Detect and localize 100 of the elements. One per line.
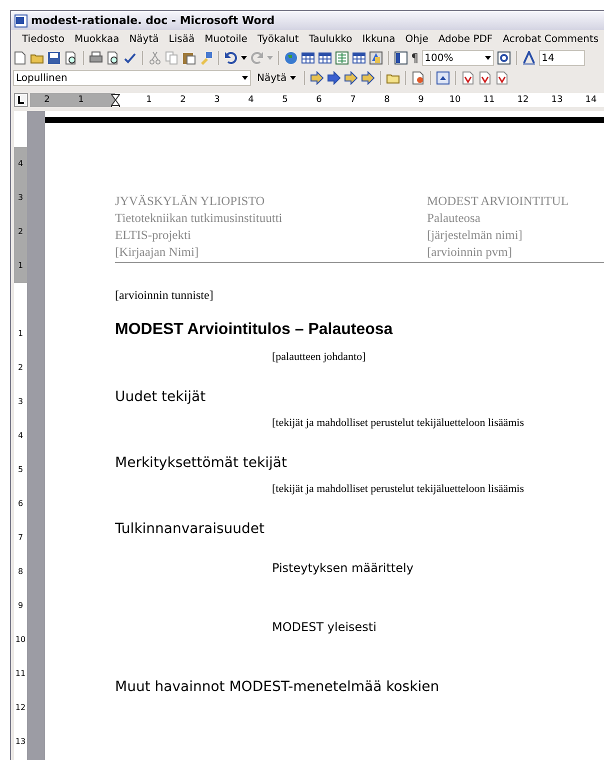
placeholder-text: [tekijät ja mahdolliset perustelut tekijäluetteloon lisäämis <box>272 417 524 429</box>
ruler-number: 1 <box>18 328 24 340</box>
arrow-icon[interactable] <box>310 71 324 85</box>
brush-icon[interactable] <box>199 51 213 65</box>
ruler-number: 12 <box>516 94 530 107</box>
menu-item[interactable]: Muokkaa <box>69 34 124 45</box>
document-title: MODEST Arviointitulos – Palauteosa <box>115 321 393 339</box>
body-text: [arvioinnin tunniste] <box>115 288 214 303</box>
header-text: MODEST ARVIOINTITUL <box>427 193 570 210</box>
ruler-number: 3 <box>14 181 27 215</box>
menu-item[interactable]: Näytä <box>124 34 164 45</box>
subsection-heading: MODEST yleisesti <box>272 620 376 634</box>
document-icon[interactable] <box>494 71 509 85</box>
ruler-number: 9 <box>417 94 425 107</box>
monitor-icon[interactable] <box>436 71 450 85</box>
placeholder-text: [palautteen johdanto] <box>272 351 366 363</box>
indent-marker-icon[interactable] <box>110 94 120 107</box>
caret-icon <box>242 76 248 80</box>
ruler-number: 4 <box>18 430 24 442</box>
menu-item[interactable]: Lisää <box>164 34 200 45</box>
ruler-number: 3 <box>213 94 221 107</box>
ruler-number: 5 <box>18 464 24 476</box>
section-heading: Tulkinnanvaraisuudet <box>115 521 265 537</box>
arrow-icon[interactable] <box>360 71 375 85</box>
tab-selector-icon[interactable] <box>14 93 28 107</box>
header-text: Tietotekniikan tutkimusinstituutti <box>115 210 284 227</box>
ruler-number: 8 <box>18 566 24 578</box>
subsection-heading: Pisteytyksen määrittely <box>272 561 414 575</box>
caret-icon <box>484 56 491 60</box>
placeholder-text: [tekijät ja mahdolliset perustelut tekijäluetteloon lisäämis <box>272 483 524 495</box>
menu-item[interactable]: Ikkuna <box>357 34 400 45</box>
printer-icon[interactable] <box>89 51 103 65</box>
document-map-icon[interactable] <box>394 51 408 65</box>
ruler-number: 10 <box>448 94 462 107</box>
ruler-number: 13 <box>550 94 564 107</box>
menu-item[interactable]: Adobe PDF <box>433 34 498 45</box>
zoom-dropdown[interactable]: 100% <box>422 50 494 66</box>
ruler-number: 6 <box>18 498 24 510</box>
ruler-number: 2 <box>179 94 187 107</box>
ruler-number: 2 <box>43 94 51 107</box>
show-menu-button[interactable]: Näytä <box>254 72 299 84</box>
section-heading: Merkityksettömät tekijät <box>115 455 287 471</box>
document-icon <box>14 14 28 28</box>
ruler-number: 2 <box>18 362 24 374</box>
document-icon[interactable] <box>13 51 27 65</box>
caret-icon[interactable] <box>241 56 247 60</box>
document-icon[interactable] <box>410 71 425 85</box>
ruler-number: 11 <box>15 668 26 680</box>
document-icon[interactable] <box>460 71 475 85</box>
arrow-icon[interactable] <box>344 71 358 85</box>
header-text: Palauteosa <box>427 210 482 227</box>
globe-icon[interactable] <box>284 51 298 65</box>
header-text: [järjestelmän nimi] <box>427 227 524 244</box>
menu-item[interactable]: Työkalut <box>252 34 304 45</box>
header-text: [Kirjaajan Nimi] <box>115 244 200 261</box>
ruler-number: 12 <box>15 702 26 714</box>
ruler-number: 9 <box>18 600 24 612</box>
ruler-number: 3 <box>18 396 24 408</box>
ruler-number: 8 <box>383 94 391 107</box>
font-size-field[interactable]: 14 <box>538 50 585 66</box>
ruler-number: 10 <box>15 634 26 646</box>
spreadsheet-icon[interactable] <box>335 51 349 65</box>
header-text: ELTIS-projekti <box>115 227 192 244</box>
ruler-number: 7 <box>349 94 357 107</box>
ruler-number: 7 <box>18 532 24 544</box>
document-icon[interactable] <box>478 71 492 85</box>
print-preview-icon[interactable] <box>64 51 78 65</box>
ruler-number: 13 <box>15 736 26 748</box>
ruler-number: 4 <box>14 147 27 181</box>
table-icon[interactable] <box>352 51 366 65</box>
ruler-number: 1 <box>14 249 27 283</box>
ruler-number: 14 <box>584 94 598 107</box>
undo-icon[interactable] <box>224 51 238 65</box>
menu-item[interactable]: Muotoile <box>200 34 252 45</box>
table-icon[interactable] <box>318 51 332 65</box>
section-heading: Muut havainnot MODEST-menetelmää koskien <box>115 679 440 695</box>
clipboard-icon[interactable] <box>182 51 196 65</box>
display-dropdown[interactable]: Lopullinen <box>13 70 251 86</box>
menu-item[interactable]: Acrobat Comments <box>498 34 604 45</box>
ruler-number: 2 <box>14 215 27 249</box>
section-heading: Uudet tekijät <box>115 389 206 405</box>
ruler-number: 6 <box>315 94 323 107</box>
ruler-number: 1 <box>145 94 153 107</box>
pilcrow-icon[interactable]: ¶ <box>411 51 419 65</box>
ruler-number: 4 <box>247 94 255 107</box>
caret-icon <box>290 76 296 80</box>
menu-item[interactable]: Ohje <box>400 34 434 45</box>
window-title: modest-rationale. doc - Microsoft Word <box>31 14 275 27</box>
save-icon[interactable] <box>47 51 61 65</box>
menu-item[interactable]: Tiedosto <box>17 34 70 45</box>
ruler-number: 1 <box>77 94 85 107</box>
menu-item[interactable]: Taulukko <box>304 34 358 45</box>
header-text: [arvioinnin pvm] <box>427 244 514 261</box>
drawing-icon[interactable] <box>369 51 383 65</box>
ruler-number: 5 <box>281 94 289 107</box>
arrow-icon[interactable] <box>326 71 341 85</box>
checkmark-icon[interactable] <box>123 51 137 65</box>
print-preview-icon[interactable] <box>106 51 120 65</box>
table-icon[interactable] <box>301 51 315 65</box>
ruler-number: 11 <box>482 94 496 107</box>
